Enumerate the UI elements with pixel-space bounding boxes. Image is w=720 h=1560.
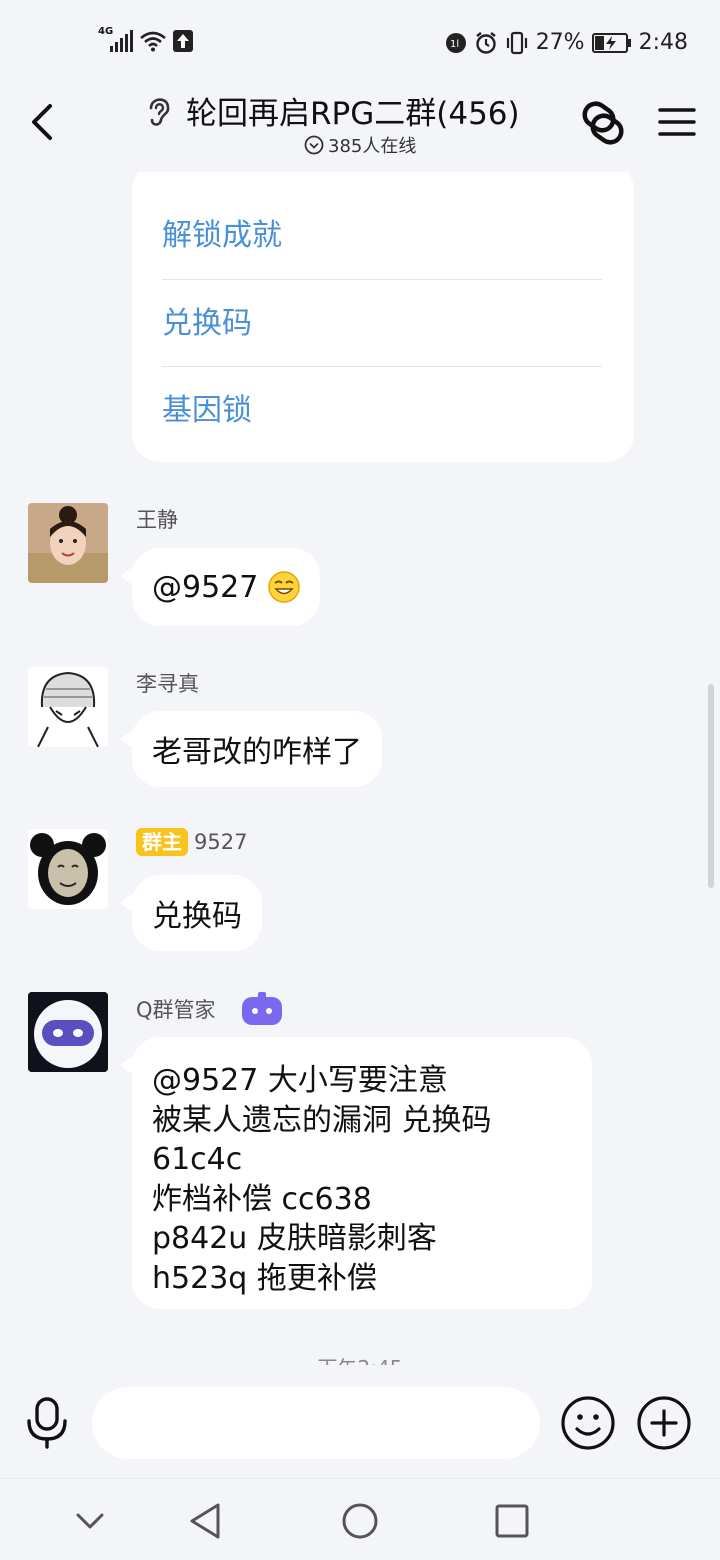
sender-name[interactable]: Q群管家 [136,992,284,1026]
message-text: 兑换码 [152,899,242,934]
chat-message-list[interactable]: 解锁成就 兑换码 基因锁 王静 @9527 李寻真 老哥改的咋样了 群主 952… [0,172,720,1365]
emoji-icon[interactable] [560,1395,616,1451]
scrollbar[interactable] [708,684,714,888]
group-title: 轮回再启RPG二群(456) [186,96,520,132]
nav-home-circle-icon[interactable] [338,1499,382,1543]
message-input[interactable] [92,1387,540,1459]
message-bubble[interactable]: 老哥改的咋样了 [120,711,382,787]
status-left: 4G [98,26,193,52]
sender-name[interactable]: 李寻真 [136,668,199,698]
cell-signal-icon: 4G [98,26,133,52]
sender-name-text: 李寻真 [136,672,199,696]
menu-icon[interactable] [656,102,698,142]
message-text: 老哥改的咋样了 [152,735,362,770]
message-line: @9527 大小写要注意 [152,1063,448,1098]
sender-name[interactable]: 群主 9527 [136,828,247,856]
input-bar [0,1365,720,1478]
message-bubble[interactable]: @9527 大小写要注意 被某人遗忘的漏洞 兑换码 61c4c 炸档补偿 cc6… [120,1037,592,1309]
upload-notification-icon [173,30,193,52]
message-line: h523q 拖更补偿 [152,1260,377,1296]
microphone-icon[interactable] [22,1395,72,1451]
svg-text:1l: 1l [450,39,459,50]
battery-charging-icon [591,32,631,53]
alarm-icon [475,31,496,54]
sender-name-text: 王静 [136,508,178,532]
system-nav-bar [0,1478,720,1560]
avatar[interactable] [28,667,108,747]
avatar-bot-image [28,992,108,1072]
network-type: 4G [98,26,114,37]
back-button[interactable] [24,102,64,142]
message-line: p842u 皮肤暗影刺客 [152,1221,437,1256]
online-count-label: 385人在线 [328,136,417,157]
avatar[interactable] [28,992,108,1072]
avatar[interactable] [28,829,108,909]
grin-emoji-icon [268,571,301,603]
nav-back-triangle-icon[interactable] [184,1499,228,1543]
menu-card: 解锁成就 兑换码 基因锁 [132,172,634,462]
robot-icon [241,992,282,1025]
owner-badge: 群主 [136,828,188,856]
battery-percent: 27% [535,30,585,55]
message-line: 61c4c [152,1142,243,1177]
card-link-gene-lock[interactable]: 基因锁 [162,366,602,454]
wifi-icon [140,31,166,52]
timestamp: 下午2:45 [0,1352,720,1365]
plus-icon[interactable] [636,1395,692,1451]
chevron-down-circle-icon [304,135,324,155]
message-line: 炸档补偿 cc638 [152,1181,372,1217]
sender-name-text: Q群管家 [136,998,216,1022]
card-link-achievements[interactable]: 解锁成就 [162,192,602,280]
sender-name-text: 9527 [194,830,248,854]
chat-header: 轮回再启RPG二群(456) 385人在线 [0,88,720,172]
online-count: 385人在线 [304,132,416,158]
avatar-girl-image [28,503,108,583]
card-link-redeem-code[interactable]: 兑换码 [162,279,602,367]
avatar-anime-sketch-image [28,667,108,747]
nav-recents-square-icon[interactable] [490,1499,534,1543]
vibrate-icon [506,31,527,54]
sender-name[interactable]: 王静 [136,504,178,534]
title-area[interactable]: 轮回再启RPG二群(456) 385人在线 [140,88,540,172]
message-text: @9527 [152,569,259,605]
avatar-panda-meme-image [28,829,108,909]
status-bar: 4G 1l 27% 2:48 [0,0,720,88]
message-line: 被某人遗忘的漏洞 兑换码 [152,1102,492,1138]
ear-icon [149,98,170,126]
chevron-down-icon[interactable] [68,1499,112,1543]
message-bubble[interactable]: 兑换码 [120,875,262,951]
message-bubble[interactable]: @9527 [119,548,321,626]
group-link-button[interactable] [578,98,628,148]
clock: 2:48 [638,30,688,55]
data-saver-icon: 1l [445,32,466,53]
avatar[interactable] [28,503,108,583]
status-right: 1l 27% 2:48 [445,30,688,55]
